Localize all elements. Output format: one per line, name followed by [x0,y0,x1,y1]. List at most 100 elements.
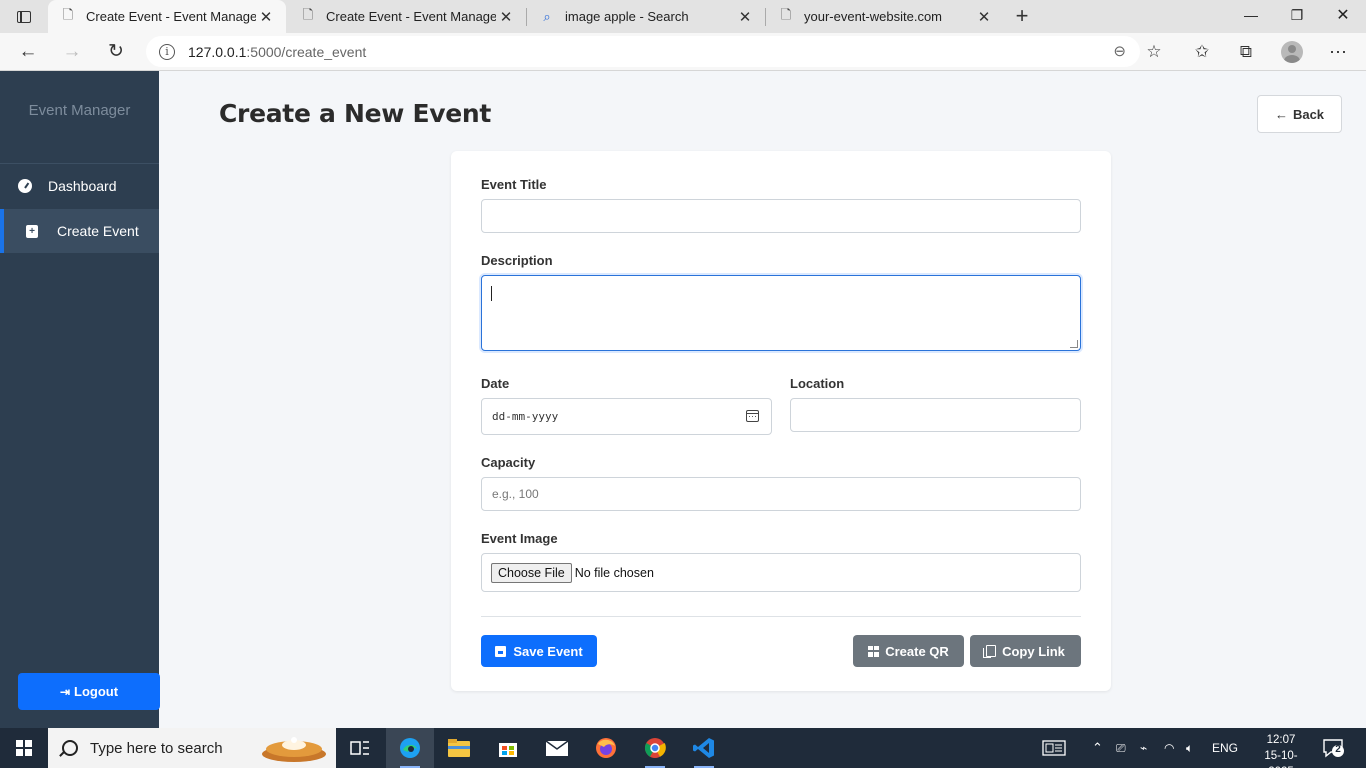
tab-label: Create Event - Event Manager [326,9,496,24]
arrow-left-icon: ← [1274,106,1288,122]
url-path: :5000/create_event [246,43,367,60]
date-input[interactable]: dd-mm-yyyy [481,398,772,435]
close-icon[interactable]: ✕ [735,8,755,26]
clock-time: 12:07 [1266,734,1296,746]
dashboard-icon [18,179,32,193]
minimize-icon[interactable]: — [1228,0,1274,31]
event-image-input: Choose File No file chosen [481,553,1081,592]
choose-file-button[interactable]: Choose File [491,562,572,583]
store-icon[interactable] [484,728,532,768]
event-image-label: Event Image [481,531,558,546]
restore-icon[interactable]: ❐ [1274,0,1320,31]
capacity-input[interactable]: e.g., 100 [481,477,1081,511]
battery-plug-icon[interactable]: ⌁ [1140,728,1147,768]
back-arrow-icon[interactable]: ← [14,38,42,66]
logout-icon: ⇥ [59,684,70,699]
save-icon [495,645,507,657]
create-qr-label: Create QR [885,643,949,659]
qr-icon [868,645,880,657]
chrome-icon[interactable] [631,728,679,768]
taskbar: Type here to search ⌃ ⎚ ⌁ ◠ 🔈︎ ENG 12:07… [0,728,1366,768]
back-button[interactable]: ← Back [1257,95,1342,133]
wifi-icon[interactable]: ◠ [1164,728,1174,768]
close-icon[interactable]: ✕ [496,8,516,26]
description-textarea[interactable] [481,275,1081,351]
logout-label: Logout [74,684,119,699]
chevron-up-icon[interactable]: ⌃ [1092,728,1103,768]
location-label: Location [790,376,845,391]
taskbar-search[interactable]: Type here to search [48,728,336,768]
collections-icon[interactable]: ⧉ [1232,38,1260,66]
info-icon[interactable]: i [159,43,175,60]
language-indicator[interactable]: ENG [1212,728,1238,768]
browser-tab-4[interactable]: 🗋 your-event-website.com ✕ [766,0,1004,33]
page-icon: 🗋 [62,6,74,22]
url-bar[interactable]: i 127.0.0.1 :5000/create_event ⊖ [146,36,1140,67]
clock[interactable]: 12:07 15-10-2025 [1256,732,1306,768]
date-label: Date [481,376,510,391]
refresh-icon[interactable]: ↻ [102,38,130,66]
create-qr-button[interactable]: Create QR [853,635,964,667]
new-tab-icon[interactable]: + [1010,4,1034,28]
volume-icon[interactable]: 🔈︎ [1186,728,1193,768]
mail-icon[interactable] [533,728,581,768]
window-close-icon[interactable]: ✕ [1320,0,1366,31]
resize-handle[interactable] [1070,340,1078,348]
copy-link-label: Copy Link [1002,643,1065,659]
more-menu-icon[interactable]: ⋯ [1324,38,1352,66]
browser-tab-bar: 🗋 Create Event - Event Manager ✕ 🗋 Creat… [0,0,1366,33]
edge-browser-icon[interactable] [386,728,434,768]
search-icon [62,740,78,756]
firefox-icon[interactable] [582,728,630,768]
news-widget-icon[interactable] [1042,728,1066,768]
sidebar: Event Manager Dashboard Create Event ⇥ L… [0,71,160,728]
file-status: No file chosen [574,565,654,580]
windows-start-icon[interactable] [0,728,48,768]
copy-icon [983,645,997,658]
location-input[interactable] [790,398,1081,432]
url-host: 127.0.0.1 [188,43,247,60]
vscode-icon[interactable] [680,728,728,768]
page-icon: 🗋 [302,6,314,22]
save-event-button[interactable]: Save Event [481,635,597,667]
divider [481,616,1081,617]
browser-tab-2[interactable]: 🗋 Create Event - Event Manager ✕ [288,0,526,33]
sidebar-item-dashboard[interactable]: Dashboard [0,164,159,208]
sidebar-item-label: Dashboard [48,178,117,194]
calendar-icon[interactable] [746,410,759,422]
zoom-icon[interactable]: ⊖ [1113,42,1126,60]
capacity-placeholder: e.g., 100 [492,487,539,501]
close-icon[interactable]: ✕ [256,8,276,26]
page-icon: 🗋 [780,6,792,22]
notification-icon[interactable]: 2 [1322,738,1344,758]
capacity-label: Capacity [481,455,536,470]
sidebar-item-label: Create Event [57,223,139,239]
tab-label: your-event-website.com [804,9,942,24]
clock-date: 15-10-2025 [1264,750,1298,768]
text-caret [491,286,492,301]
logout-button[interactable]: ⇥ Logout [18,673,160,710]
browser-tab-3[interactable]: ⌕ image apple - Search ✕ [527,0,765,33]
forward-arrow-icon[interactable]: → [58,38,86,66]
search-icon: ⌕ [543,8,551,24]
sidebar-item-create-event[interactable]: Create Event [0,209,159,253]
brand-name: Event Manager [0,71,159,164]
close-icon[interactable]: ✕ [974,8,994,26]
save-label: Save Event [513,643,583,659]
file-explorer-icon[interactable] [435,728,483,768]
browser-tab-1[interactable]: 🗋 Create Event - Event Manager ✕ [48,0,286,33]
profile-avatar[interactable] [1281,41,1303,63]
event-title-input[interactable] [481,199,1081,233]
meet-icon[interactable]: ⎚ [1116,728,1126,768]
copy-link-button[interactable]: Copy Link [970,635,1081,667]
task-view-icon[interactable] [336,728,384,768]
add-favorite-icon[interactable]: ☆ [1140,38,1168,66]
tab-actions-icon[interactable] [8,5,40,29]
description-label: Description [481,253,553,268]
event-title-label: Event Title [481,177,547,192]
tab-label: Create Event - Event Manager [86,9,256,24]
favorites-icon[interactable]: ✩ [1188,38,1216,66]
back-label: Back [1292,106,1325,122]
address-toolbar: ← → ↻ i 127.0.0.1 :5000/create_event ⊖ ☆… [0,33,1366,71]
date-placeholder: dd-mm-yyyy [492,410,559,423]
